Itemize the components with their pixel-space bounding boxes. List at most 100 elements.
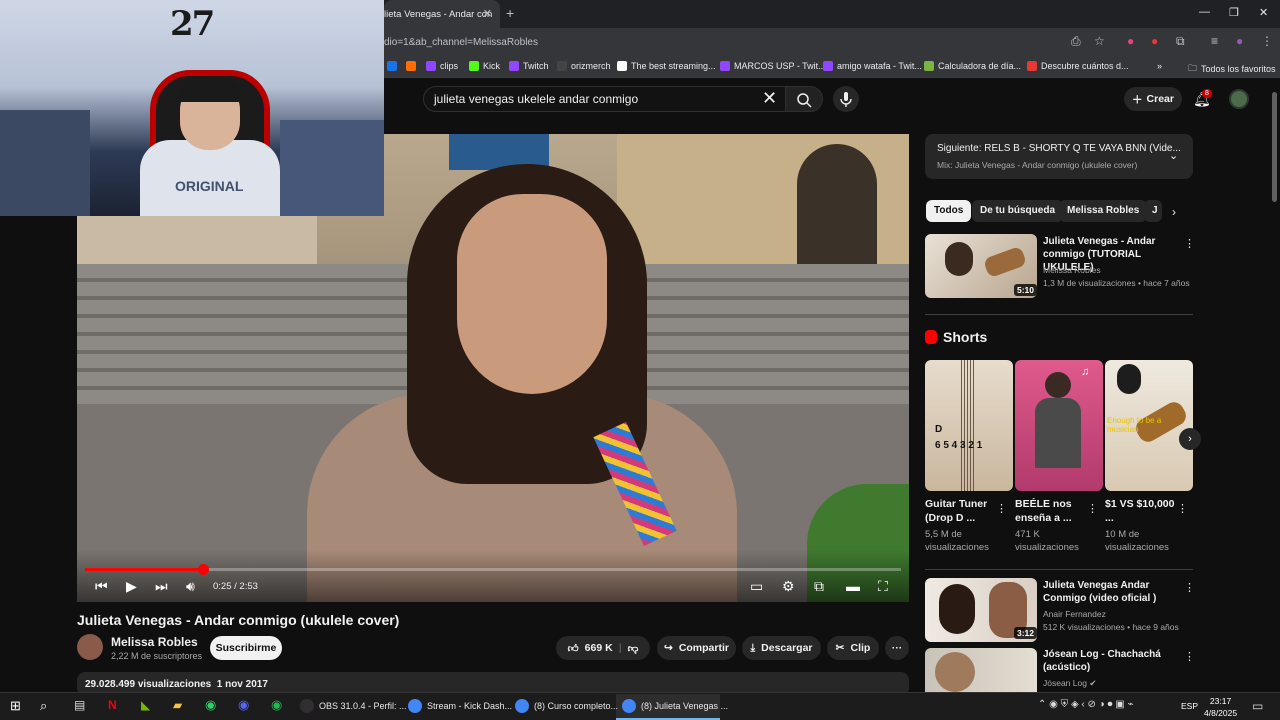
chip-all[interactable]: Todos [926, 200, 972, 222]
close-tab-icon[interactable]: ✕ [483, 7, 492, 20]
install-app-icon[interactable]: ⎙ [1071, 34, 1081, 49]
taskbar-app[interactable]: Stream - Kick Dash... [408, 697, 512, 715]
chip-from-search[interactable]: De tu búsqueda [972, 200, 1064, 222]
bookmark-item[interactable]: The best streaming... [617, 61, 716, 71]
short-thumbnail[interactable]: Enough to be a musician [1105, 360, 1193, 491]
whatsapp-icon[interactable]: ◉ [205, 697, 216, 713]
close-window-icon[interactable]: ✕ [1259, 6, 1268, 19]
clear-search-icon[interactable]: ✕ [762, 88, 777, 109]
chevron-right-icon[interactable]: › [1172, 205, 1176, 219]
taskbar-app[interactable]: OBS 31.0.4 - Perfil: ... [300, 697, 407, 715]
related-video-channel[interactable]: Jósean Log ✔ [1043, 678, 1096, 689]
up-next-subtitle: Mix: Julieta Venegas - Andar conmigo (uk… [937, 160, 1138, 170]
captions-icon[interactable]: ▭ [750, 578, 763, 595]
bookmark-item[interactable] [406, 61, 416, 71]
like-button[interactable]: 👍︎ 669 K [568, 642, 613, 655]
more-actions-button[interactable]: ··· [885, 636, 909, 660]
download-button[interactable]: ⤓ Descargar [742, 636, 821, 660]
related-video-title[interactable]: Julieta Venegas Andar Conmigo (video ofi… [1043, 579, 1178, 605]
spotify-icon[interactable]: ◉ [271, 697, 282, 713]
scrollbar-thumb[interactable] [1272, 92, 1277, 202]
more-vert-icon[interactable]: ⋮ [1184, 581, 1195, 594]
bookmark-item[interactable] [387, 61, 397, 71]
bookmark-item[interactable]: orizmerch [557, 61, 611, 71]
related-video-thumbnail[interactable] [925, 648, 1037, 692]
short-title[interactable]: BEÉLE nos enseña a ... [1015, 497, 1085, 525]
extension-icon[interactable]: ● [1127, 34, 1134, 48]
restore-icon[interactable]: ❐ [1229, 6, 1239, 19]
more-vert-icon[interactable]: ⋮ [1184, 650, 1195, 663]
extension-icon[interactable]: ● [1151, 34, 1158, 48]
share-button[interactable]: ↪ Compartir [657, 636, 736, 660]
nvidia-icon[interactable]: ◣ [141, 698, 150, 712]
bookmark-item[interactable]: Kick [469, 61, 500, 71]
play-icon[interactable]: ▶ [126, 578, 137, 595]
more-vert-icon[interactable]: ⋮ [996, 502, 1007, 515]
more-vert-icon[interactable]: ⋮ [1087, 502, 1098, 515]
chevron-right-icon[interactable]: › [1179, 428, 1201, 450]
more-vert-icon[interactable]: ⋮ [1184, 237, 1195, 250]
short-thumbnail[interactable]: D 6 5 4 3 2 1 [925, 360, 1013, 491]
tray-icons[interactable]: ⌃ ◉ ⛨ ◈ ‹ ⊘ ◑ ⏺ ▣ ⌁ [1038, 699, 1134, 710]
address-bar[interactable]: dio=1&ab_channel=MelissaRobles [384, 37, 538, 48]
profile-icon[interactable]: ● [1236, 34, 1243, 48]
thumbnail-figure [945, 242, 973, 276]
taskbar-app[interactable]: (8) Julieta Venegas ... [622, 697, 728, 715]
subscribe-button[interactable]: Suscribirme [210, 636, 282, 660]
extensions-puzzle-icon[interactable]: ⧉ [1176, 34, 1185, 49]
theater-mode-icon[interactable]: ▬ [846, 578, 860, 594]
up-next-mix-panel[interactable] [925, 134, 1193, 179]
bookmark-item[interactable]: Twitch [509, 61, 549, 71]
settings-gear-icon[interactable]: ⚙ [782, 578, 795, 595]
short-title[interactable]: $1 VS $10,000 ... [1105, 497, 1175, 525]
search-button[interactable] [785, 86, 823, 112]
bookmark-item[interactable]: MARCOS USP - Twit... [720, 61, 826, 71]
taskbar-app[interactable]: (8) Curso completo... [515, 697, 618, 715]
progress-scrubber[interactable] [198, 564, 209, 575]
bookmark-item[interactable]: Descubre cuántos d... [1027, 61, 1129, 71]
netflix-icon[interactable]: N [108, 698, 117, 712]
task-view-icon[interactable]: ▤ [74, 698, 85, 712]
short-title[interactable]: Guitar Tuner (Drop D ... [925, 497, 995, 525]
file-explorer-icon[interactable]: ▰ [173, 698, 182, 712]
miniplayer-icon[interactable]: ⧉ [814, 578, 824, 595]
thumbs-down-icon[interactable]: 👎︎ [628, 642, 639, 655]
all-bookmarks-folder[interactable]: 🗀 Todos los favoritos [1188, 61, 1276, 77]
create-button[interactable]: ＋ Crear [1124, 87, 1182, 111]
windows-start-icon[interactable]: ⊞ [10, 698, 21, 714]
browser-menu-icon[interactable]: ⋮ [1261, 34, 1273, 48]
voice-search-button[interactable] [833, 86, 859, 112]
related-video-channel[interactable]: Melissa Robles [1043, 265, 1101, 275]
bookmarks-overflow-icon[interactable]: » [1157, 61, 1162, 71]
search-icon[interactable]: ⌕ [40, 698, 47, 714]
clip-button[interactable]: ✂ Clip [827, 636, 879, 660]
related-video-title[interactable]: Jósean Log - Chachachá (acústico) [1043, 648, 1178, 674]
short-thumbnail[interactable]: ♫ [1015, 360, 1103, 491]
notification-center-icon[interactable]: ▭ [1252, 699, 1263, 713]
language-indicator[interactable]: ESP [1181, 701, 1198, 711]
bookmark-label: clips [440, 61, 459, 71]
next-icon[interactable]: ⏭ [155, 578, 168, 595]
chevron-down-icon[interactable]: ⌄ [1169, 149, 1178, 162]
new-tab-icon[interactable]: + [506, 5, 514, 21]
bookmark-item[interactable]: clips [426, 61, 458, 71]
minimize-icon[interactable]: — [1199, 6, 1210, 18]
clock[interactable]: 23:17 4/8/2025 [1204, 695, 1237, 719]
volume-icon[interactable]: 🔊︎ [186, 578, 195, 595]
account-avatar[interactable] [1229, 89, 1249, 109]
related-video-channel[interactable]: Anair Fernandez [1043, 609, 1106, 619]
previous-icon[interactable]: ⏮ [95, 578, 108, 595]
browser-tab-active[interactable]: lieta Venegas - Andar con ✕ [384, 0, 500, 28]
chip-more[interactable]: J [1144, 200, 1162, 222]
media-control-icon[interactable]: ≡ [1211, 34, 1218, 48]
channel-name[interactable]: Melissa Robles [111, 635, 198, 649]
more-vert-icon[interactable]: ⋮ [1177, 502, 1188, 515]
bookmark-item[interactable]: Calculadora de día... [924, 61, 1021, 71]
search-input[interactable]: julieta venegas ukelele andar conmigo [434, 92, 638, 106]
chip-channel[interactable]: Melissa Robles [1059, 200, 1148, 222]
bookmark-star-icon[interactable]: ☆ [1094, 34, 1105, 48]
fullscreen-icon[interactable]: ⛶ [878, 578, 888, 595]
discord-icon[interactable]: ◉ [238, 697, 249, 713]
bookmark-item[interactable]: amigo watafa - Twit... [823, 61, 922, 71]
channel-avatar[interactable] [77, 634, 103, 660]
